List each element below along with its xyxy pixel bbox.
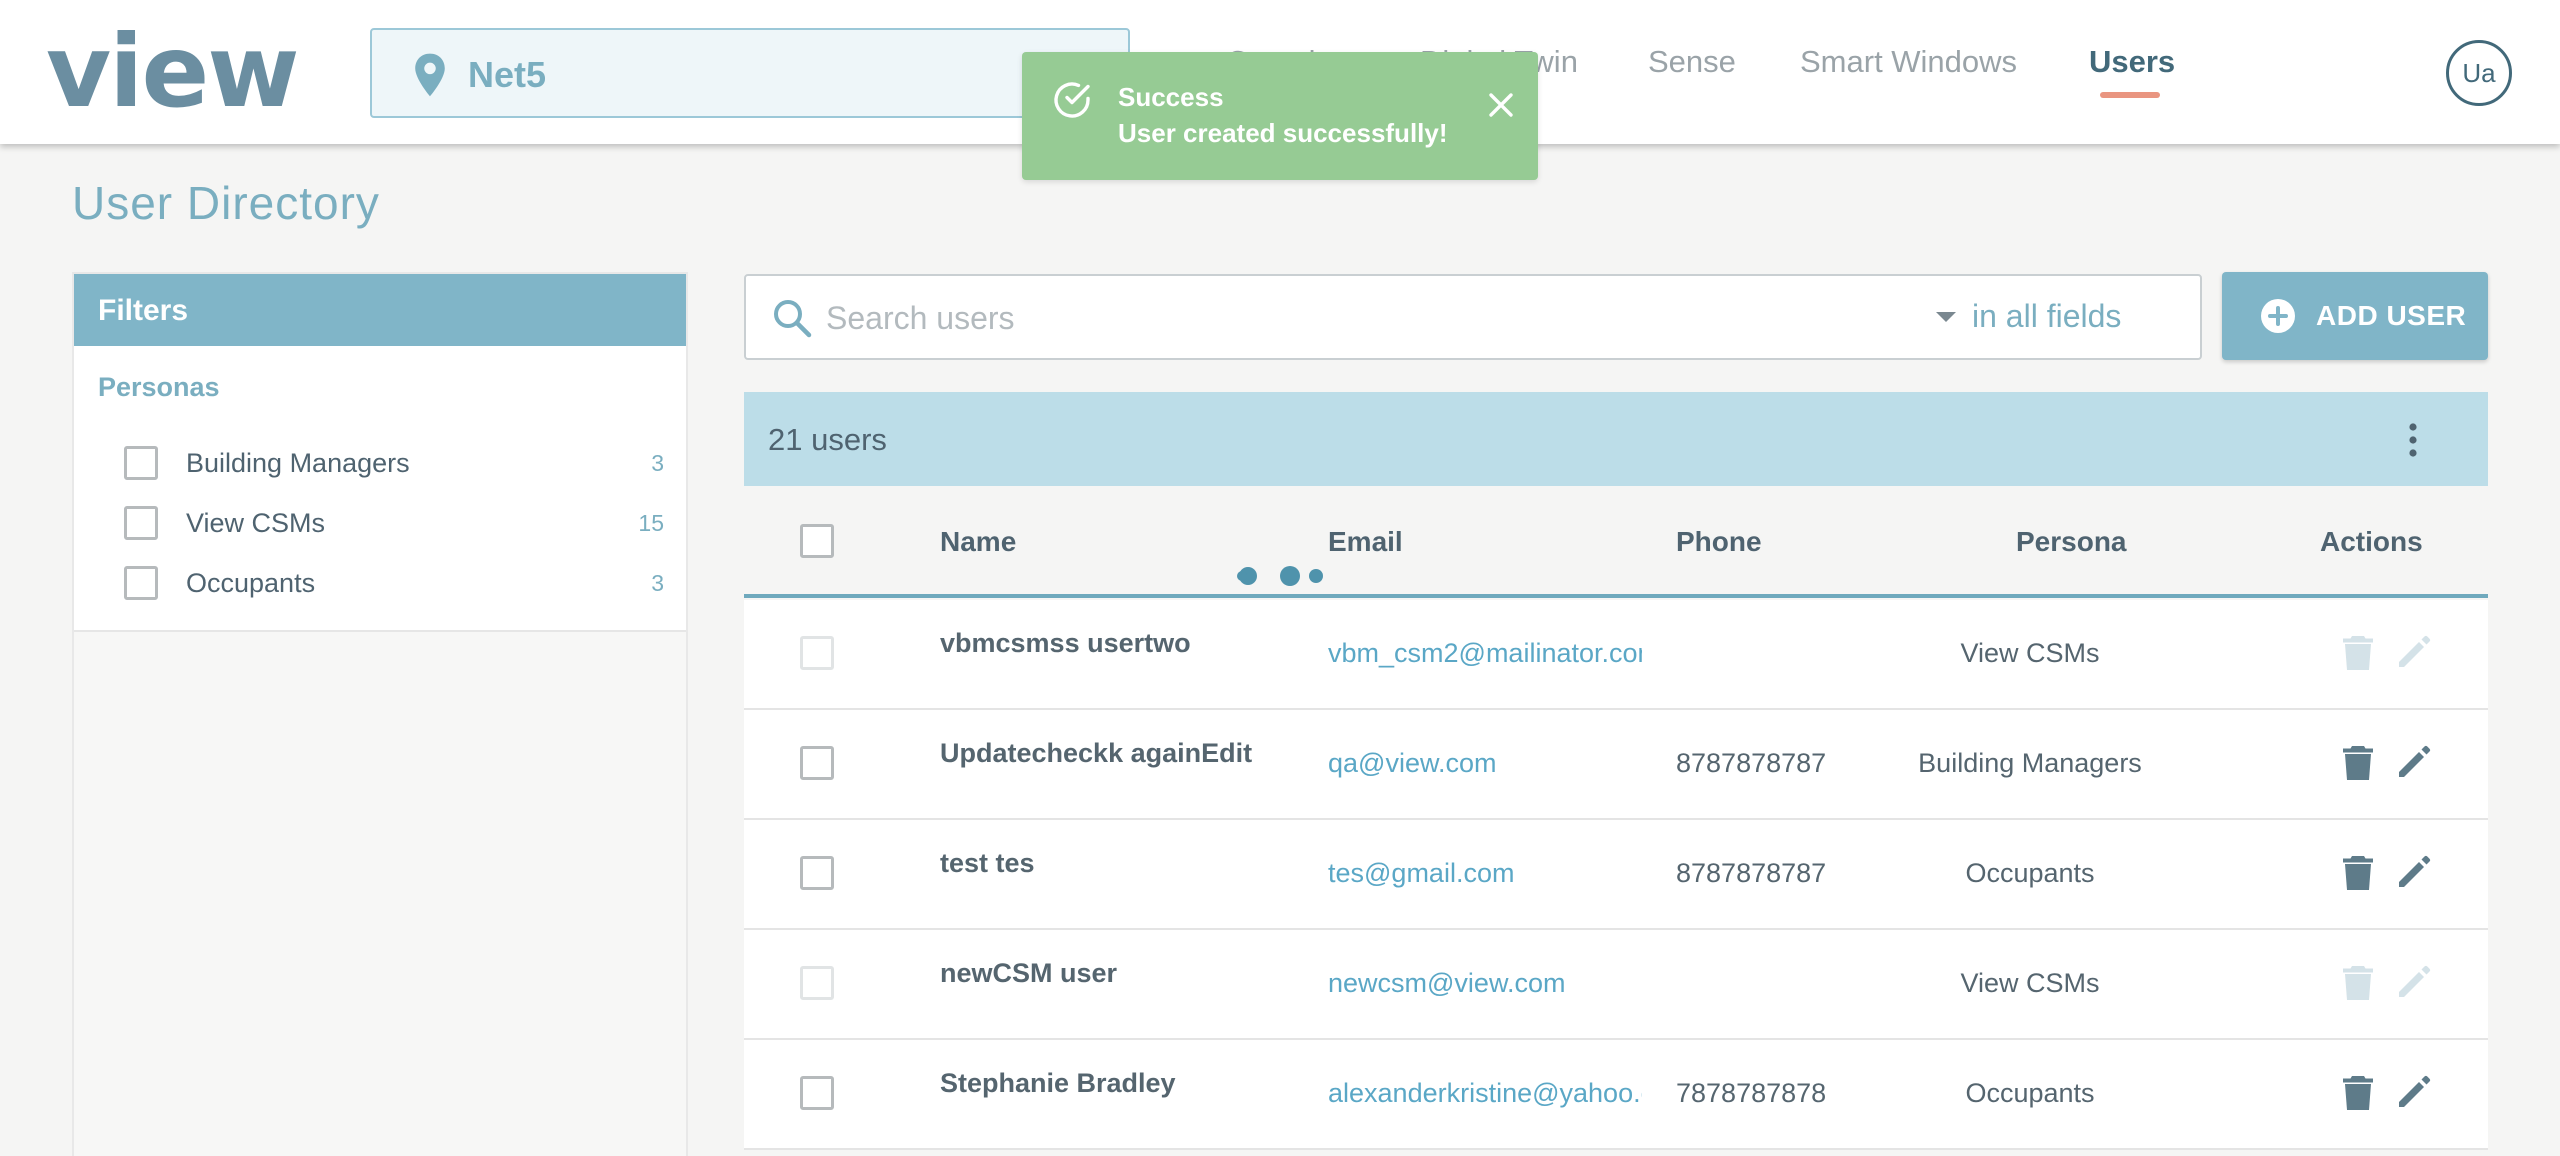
table-row[interactable]: vbmcsmss usertwo vbm_csm2@mailinator.com V… <box>744 600 2488 710</box>
row-checkbox[interactable] <box>800 746 834 780</box>
trash-icon[interactable] <box>2342 962 2374 1002</box>
user-persona: View CSMs <box>1960 638 2100 668</box>
search-bar: in all fields <box>744 274 2202 360</box>
user-phone: 7878787878 <box>1676 1078 1827 1108</box>
user-count-bar: 21 users <box>744 392 2488 486</box>
table-row[interactable]: newCSM user newcsm@view.com View CSMs <box>744 930 2488 1040</box>
column-email[interactable]: Email <box>1328 526 1403 558</box>
edit-pencil-icon[interactable] <box>2394 632 2434 672</box>
success-toast: Success User created successfully! <box>1022 52 1538 180</box>
trash-icon[interactable] <box>2342 1072 2374 1112</box>
add-user-button[interactable]: ADD USER <box>2222 272 2488 360</box>
user-name: Stephanie Bradley <box>940 1068 1176 1098</box>
filter-building-managers[interactable]: Building Managers 3 <box>74 436 686 492</box>
column-persona[interactable]: Persona <box>2016 526 2127 558</box>
select-all-checkbox[interactable] <box>800 524 834 558</box>
user-persona: Occupants <box>1965 1078 2095 1108</box>
table-row[interactable]: Updatecheckk againEdit qa@view.com 8787878… <box>744 710 2488 820</box>
location-pin-icon <box>415 53 445 97</box>
user-email[interactable]: tes@gmail.com <box>1328 858 1642 889</box>
chevron-down-icon[interactable] <box>1936 312 1956 322</box>
trash-icon[interactable] <box>2342 742 2374 782</box>
user-count: 21 users <box>768 422 887 457</box>
table-header: Name Email Phone Persona Actions <box>744 486 2488 598</box>
filter-checkbox[interactable] <box>124 506 158 540</box>
table-row[interactable]: Stephanie Bradley alexanderkristine@yahoo… <box>744 1040 2488 1150</box>
filter-occupants[interactable]: Occupants 3 <box>74 556 686 612</box>
view-logo[interactable]: view <box>46 22 300 122</box>
column-phone[interactable]: Phone <box>1676 526 1762 558</box>
nav-users[interactable]: Users <box>2089 44 2175 80</box>
edit-pencil-icon[interactable] <box>2394 962 2434 1002</box>
user-persona: Occupants <box>1965 858 2095 888</box>
toast-message: User created successfully! <box>1118 118 1448 148</box>
add-circle-icon <box>2261 299 2295 333</box>
row-checkbox[interactable] <box>800 636 834 670</box>
site-name: Net5 <box>468 54 547 95</box>
filter-label: View CSMs <box>186 508 326 538</box>
user-phone: 8787878787 <box>1676 748 1827 778</box>
filter-checkbox[interactable] <box>124 446 158 480</box>
page-title: User Directory <box>72 177 380 229</box>
trash-icon[interactable] <box>2342 852 2374 892</box>
check-circle-icon <box>1054 82 1090 118</box>
user-email[interactable]: alexanderkristine@yahoo.com <box>1328 1078 1642 1109</box>
user-email[interactable]: newcsm@view.com <box>1328 968 1642 999</box>
user-phone: 8787878787 <box>1676 858 1827 888</box>
edit-pencil-icon[interactable] <box>2394 852 2434 892</box>
site-selector[interactable]: Net5 <box>370 28 1130 118</box>
filter-checkbox[interactable] <box>124 566 158 600</box>
filter-label: Building Managers <box>186 448 410 478</box>
row-checkbox[interactable] <box>800 856 834 890</box>
user-name: vbmcsmss usertwo <box>940 628 1191 658</box>
loading-spinner-icon <box>1237 566 1323 586</box>
toast-title: Success <box>1118 82 1224 112</box>
user-name: test tes <box>940 848 1035 878</box>
filters-panel: Filters Personas Building Managers 3 Vie… <box>72 272 688 1156</box>
filters-body: Personas Building Managers 3 View CSMs 1… <box>74 346 686 632</box>
table-row[interactable]: test tes tes@gmail.com 8787878787 Occupants <box>744 820 2488 930</box>
user-email[interactable]: vbm_csm2@mailinator.com <box>1328 638 1642 669</box>
filter-count: 3 <box>651 450 664 476</box>
user-avatar[interactable]: Ua <box>2446 40 2512 106</box>
nav-smart-windows[interactable]: Smart Windows <box>1800 44 2017 80</box>
filter-view-csms[interactable]: View CSMs 15 <box>74 496 686 552</box>
user-email[interactable]: qa@view.com <box>1328 748 1642 779</box>
user-name: Updatecheckk againEdit <box>940 738 1253 768</box>
row-checkbox[interactable] <box>800 1076 834 1110</box>
nav-sense[interactable]: Sense <box>1648 44 1736 80</box>
more-vertical-icon[interactable] <box>2408 422 2418 458</box>
add-user-label: ADD USER <box>2316 300 2467 331</box>
user-persona: View CSMs <box>1960 968 2100 998</box>
search-scope-select[interactable]: in all fields <box>1972 298 2121 335</box>
column-actions: Actions <box>2320 526 2423 557</box>
filter-label: Occupants <box>186 568 316 598</box>
edit-pencil-icon[interactable] <box>2394 742 2434 782</box>
filters-title: Filters <box>74 274 686 346</box>
personas-heading: Personas <box>98 372 220 402</box>
filter-count: 15 <box>638 510 664 536</box>
search-icon <box>774 300 812 338</box>
search-input[interactable] <box>826 288 1826 348</box>
user-persona: Building Managers <box>1918 748 2142 778</box>
edit-pencil-icon[interactable] <box>2394 1072 2434 1112</box>
user-name: newCSM user <box>940 958 1118 988</box>
filter-count: 3 <box>651 570 664 596</box>
trash-icon[interactable] <box>2342 632 2374 672</box>
row-checkbox[interactable] <box>800 966 834 1000</box>
nav-active-indicator <box>2100 92 2160 98</box>
column-name[interactable]: Name <box>940 526 1016 558</box>
close-icon[interactable] <box>1484 88 1518 122</box>
